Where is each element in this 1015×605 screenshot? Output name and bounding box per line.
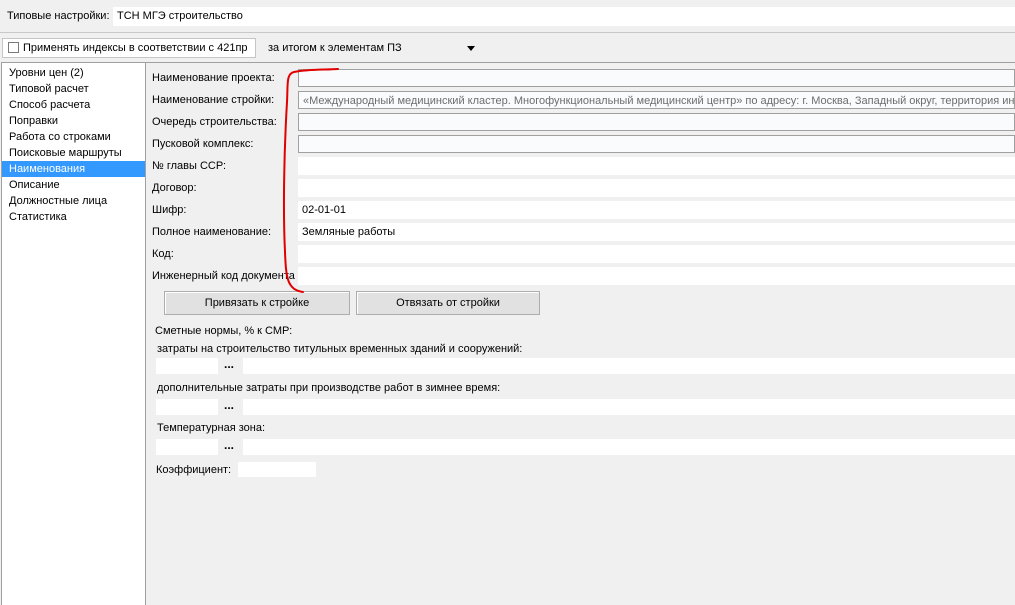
cipher-field[interactable]: 02-01-01 <box>298 201 1015 219</box>
full-name-field[interactable]: Земляные работы <box>298 223 1015 241</box>
red-bracket-annotation <box>282 68 339 293</box>
index-checkbox[interactable] <box>8 42 19 53</box>
header-settings-value[interactable]: ТСН МГЭ строительство <box>113 7 1015 26</box>
construction-queue-field[interactable] <box>298 113 1015 131</box>
temperature-zone-value-field[interactable] <box>156 439 218 455</box>
project-name-field[interactable] <box>298 69 1015 87</box>
sidebar: Уровни цен (2) Типовой расчет Способ расче… <box>1 62 146 605</box>
temperature-zone-name-field[interactable] <box>243 439 1015 455</box>
sidebar-list: Уровни цен (2) Типовой расчет Способ расче… <box>2 65 145 225</box>
project-name-label: Наименование проекта: <box>152 72 275 84</box>
sidebar-item[interactable]: Способ расчета <box>2 97 145 113</box>
unbind-from-construction-button[interactable]: Отвязать от стройки <box>356 291 540 315</box>
header-bar: Типовые настройки: ТСН МГЭ строительство <box>0 5 1015 29</box>
temporary-buildings-dots-button[interactable]: ... <box>218 358 240 374</box>
coefficient-label: Коэффициент: <box>156 464 232 476</box>
temporary-buildings-label: затраты на строительство титульных време… <box>157 343 523 355</box>
temperature-zone-dots-button[interactable]: ... <box>218 439 240 455</box>
launch-complex-field[interactable] <box>298 135 1015 153</box>
chevron-down-icon[interactable] <box>467 46 475 51</box>
totals-select[interactable]: за итогом к элементам ПЗ <box>260 38 480 58</box>
code-field[interactable] <box>298 245 1015 263</box>
winter-costs-label: дополнительные затраты при производстве … <box>157 382 501 394</box>
winter-costs-value-field[interactable] <box>156 399 218 415</box>
coefficient-field[interactable] <box>238 462 316 477</box>
sidebar-item[interactable]: Наименования <box>2 161 145 177</box>
norms-title: Сметные нормы, % к СМР: <box>155 325 293 337</box>
sidebar-item[interactable]: Статистика <box>2 209 145 225</box>
sidebar-item[interactable]: Поправки <box>2 113 145 129</box>
sidebar-item[interactable]: Работа со строками <box>2 129 145 145</box>
red-bracket-stroke <box>282 68 339 293</box>
temporary-buildings-name-field[interactable] <box>243 358 1015 374</box>
construction-name-label: Наименование стройки: <box>152 94 275 106</box>
totals-select-value: за итогом к элементам ПЗ <box>268 42 402 54</box>
sidebar-item[interactable]: Должностные лица <box>2 193 145 209</box>
index-checkbox-container[interactable]: Применять индексы в соответствии с 421пр <box>2 38 256 58</box>
contract-field[interactable] <box>298 179 1015 197</box>
code-label: Код: <box>152 248 174 260</box>
index-checkbox-label: Применять индексы в соответствии с 421пр <box>23 42 248 54</box>
cipher-label: Шифр: <box>152 204 187 216</box>
ssr-chapter-label: № главы ССР: <box>152 160 227 172</box>
sidebar-item[interactable]: Поисковые маршруты <box>2 145 145 161</box>
construction-name-field[interactable]: «Международный медицинский кластер. Мног… <box>298 91 1015 109</box>
header-label: Типовые настройки: <box>7 10 110 22</box>
ssr-chapter-field[interactable] <box>298 157 1015 175</box>
winter-costs-name-field[interactable] <box>243 399 1015 415</box>
winter-costs-dots-button[interactable]: ... <box>218 399 240 415</box>
header-divider <box>0 32 1015 33</box>
engineering-code-field[interactable] <box>298 267 1015 285</box>
sidebar-item[interactable]: Описание <box>2 177 145 193</box>
full-name-label: Полное наименование: <box>152 226 272 238</box>
construction-queue-label: Очередь строительства: <box>152 116 277 128</box>
temperature-zone-label: Температурная зона: <box>157 422 265 434</box>
launch-complex-label: Пусковой комплекс: <box>152 138 254 150</box>
temporary-buildings-value-field[interactable] <box>156 358 218 374</box>
contract-label: Договор: <box>152 182 197 194</box>
sidebar-item[interactable]: Уровни цен (2) <box>2 65 145 81</box>
sidebar-item[interactable]: Типовой расчет <box>2 81 145 97</box>
